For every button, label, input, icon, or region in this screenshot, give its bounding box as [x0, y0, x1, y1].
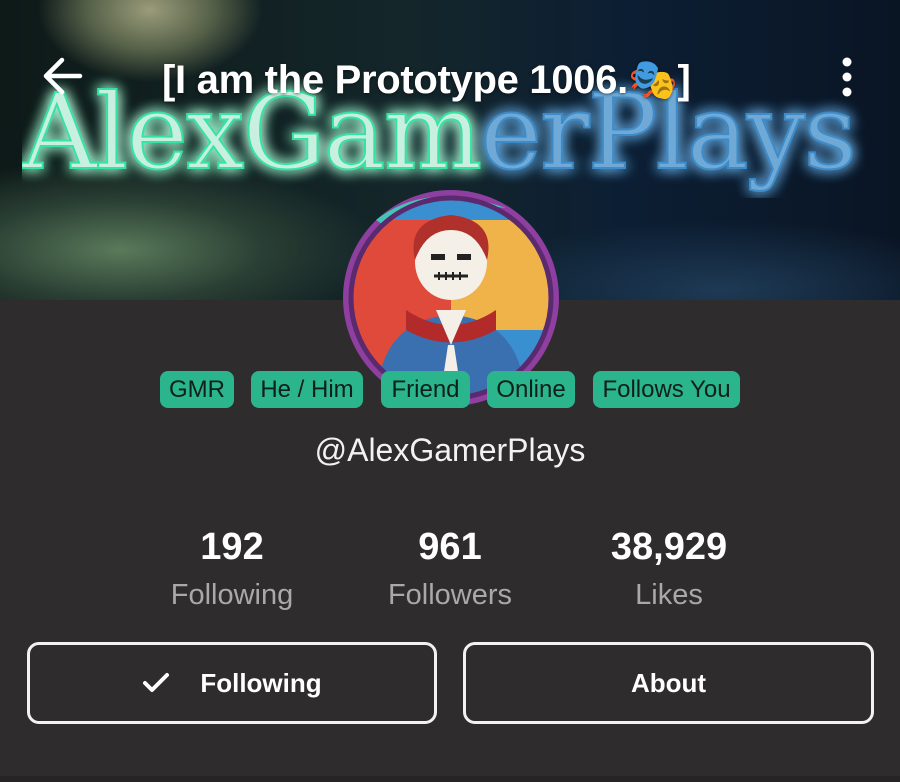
username-handle: @AlexGamerPlays — [314, 432, 586, 468]
stat-following[interactable]: 192 Following — [132, 525, 332, 615]
stat-value: 38,929 — [610, 526, 728, 568]
arrow-left-icon[interactable] — [40, 56, 84, 96]
stat-label: Following — [170, 579, 294, 611]
about-button[interactable]: About — [463, 642, 874, 724]
page-title: [I am the Prototype 1006.🎭] — [162, 58, 691, 102]
about-button-label: About — [630, 667, 707, 698]
stat-value: 192 — [200, 526, 264, 568]
stat-value: 961 — [418, 526, 482, 568]
more-vertical-icon[interactable] — [832, 56, 862, 98]
stat-followers[interactable]: 961 Followers — [350, 525, 550, 615]
following-button-label: Following — [200, 667, 322, 698]
tag-list: GMR He / Him Friend Online Follows You — [160, 371, 760, 409]
divider — [0, 776, 900, 782]
following-button[interactable]: Following — [27, 642, 437, 724]
tag-follows-you: Follows You — [593, 371, 740, 408]
top-bar: [I am the Prototype 1006.🎭] — [0, 0, 900, 150]
stat-label: Likes — [635, 579, 703, 611]
check-icon — [143, 673, 170, 692]
tag-gmr: GMR — [160, 371, 234, 408]
tag-pronouns: He / Him — [251, 371, 363, 408]
tag-online: Online — [487, 371, 575, 408]
stat-likes[interactable]: 38,929 Likes — [569, 525, 769, 615]
tag-friend: Friend — [381, 371, 470, 408]
stat-label: Followers — [387, 579, 513, 611]
